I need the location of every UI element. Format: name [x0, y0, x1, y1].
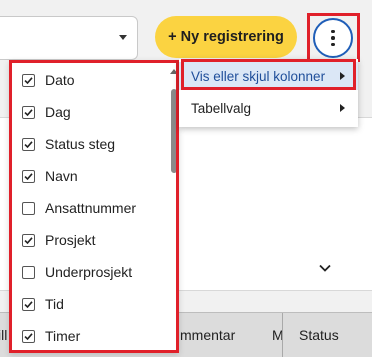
column-toggle-label: Timer	[45, 328, 81, 344]
checkbox[interactable]	[22, 297, 35, 311]
column-toggle-label: Ansattnummer	[45, 200, 137, 216]
checkbox[interactable]	[22, 169, 35, 183]
column-toggle-label: Prosjekt	[45, 232, 96, 248]
column-header[interactable]: Status	[282, 313, 372, 357]
kebab-highlight-box	[307, 13, 360, 62]
caret-down-icon	[119, 35, 127, 40]
checkmark-icon	[24, 236, 33, 244]
column-header[interactable]: M	[272, 313, 284, 357]
column-toggle-item[interactable]: Dato	[12, 64, 167, 96]
submenu-arrow-icon	[340, 104, 345, 112]
new-registration-button[interactable]: + Ny registrering	[155, 16, 297, 58]
checkmark-icon	[24, 76, 33, 84]
column-toggle-item[interactable]: Timer	[12, 320, 167, 350]
column-header[interactable]: mmentar	[180, 313, 272, 357]
filter-select[interactable]	[0, 16, 138, 60]
checkbox[interactable]	[22, 73, 35, 87]
menu-highlight-box	[181, 59, 356, 90]
checkmark-icon	[24, 140, 33, 148]
column-toggle-label: Status steg	[45, 136, 116, 152]
column-toggle-label: Dato	[45, 72, 75, 88]
checkbox[interactable]	[22, 265, 35, 279]
column-toggle-label: Underprosjekt	[45, 264, 133, 280]
column-toggle-item[interactable]: Navn	[12, 160, 167, 192]
column-toggle-item[interactable]: Underprosjekt	[12, 256, 167, 288]
checkmark-icon	[24, 300, 33, 308]
checkbox[interactable]	[22, 233, 35, 247]
scroll-up-icon[interactable]	[170, 69, 176, 74]
checkbox[interactable]	[22, 329, 35, 343]
menu-item-table-options[interactable]: Tabellvalg	[179, 94, 358, 122]
chevron-down-icon[interactable]	[318, 261, 332, 275]
column-toggle-item[interactable]: Status steg	[12, 128, 167, 160]
column-visibility-list: Dato Dag Status steg Navn Ansattnummer Prosje…	[9, 60, 179, 353]
column-toggle-item[interactable]: Dag	[12, 96, 167, 128]
column-toggle-label: Tid	[45, 296, 64, 312]
column-toggle-label: Dag	[45, 104, 71, 120]
checkbox[interactable]	[22, 105, 35, 119]
column-toggle-item[interactable]: Tid	[12, 288, 167, 320]
checkbox[interactable]	[22, 137, 35, 151]
checkmark-icon	[24, 172, 33, 180]
checkmark-icon	[24, 332, 33, 340]
column-toggle-item[interactable]: Ansattnummer	[12, 192, 167, 224]
column-toggle-label: Navn	[45, 168, 78, 184]
menu-item-label: Tabellvalg	[191, 100, 252, 116]
column-toggle-item[interactable]: Prosjekt	[12, 224, 167, 256]
checkbox[interactable]	[22, 201, 35, 215]
scrollbar-thumb[interactable]	[171, 89, 176, 173]
checkmark-icon	[24, 108, 33, 116]
